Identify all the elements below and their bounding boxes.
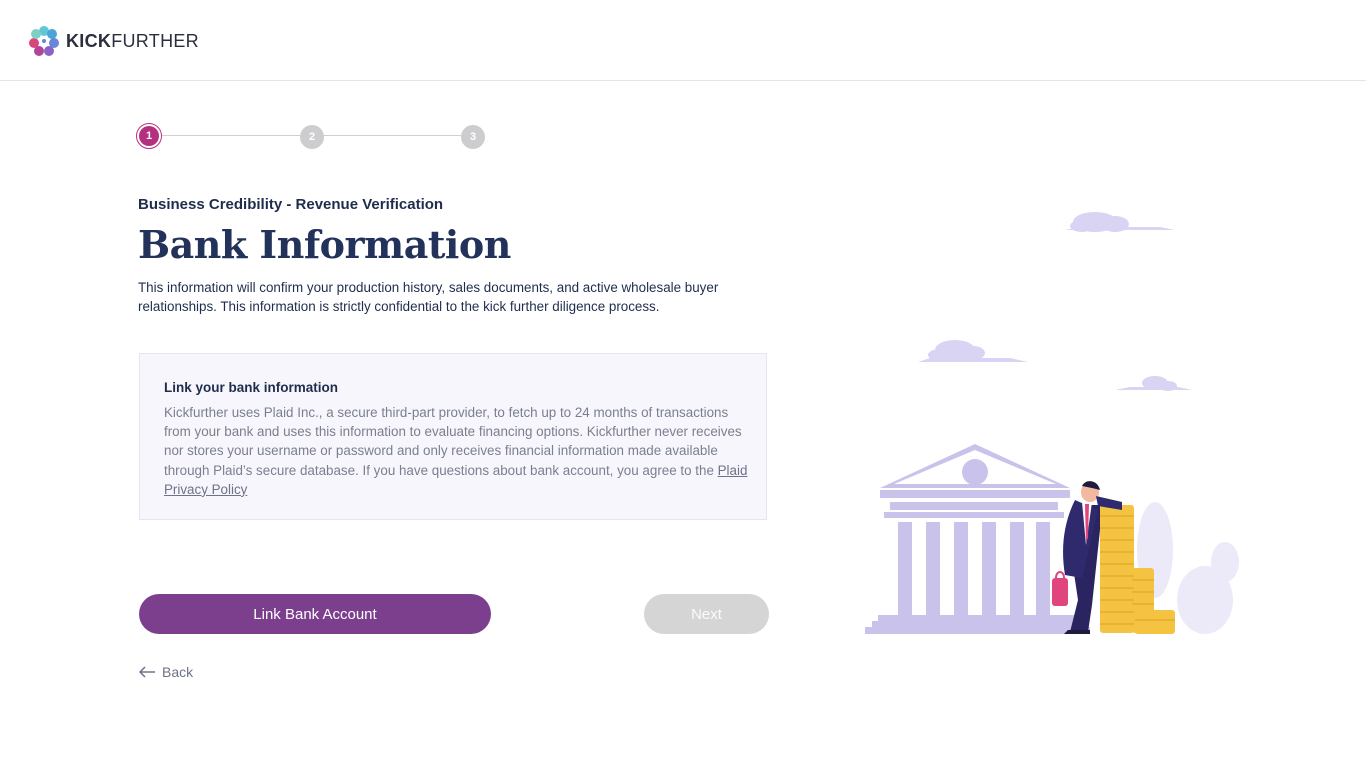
bank-info-panel: Link your bank information Kickfurther u…	[139, 353, 767, 520]
arrow-left-icon	[138, 666, 155, 678]
step-2: 2	[300, 125, 324, 149]
page-intro: This information will confirm your produ…	[138, 280, 719, 314]
back-link[interactable]: Back	[138, 664, 193, 680]
back-label: Back	[162, 664, 194, 680]
cloud-icon	[1115, 376, 1192, 391]
brand-name: KICKFURTHER	[66, 30, 199, 51]
cloud-icon	[918, 340, 1028, 362]
page-subtitle: Business Credibility - Revenue Verificat…	[138, 196, 444, 213]
next-button[interactable]: Next	[644, 594, 769, 634]
link-bank-account-button[interactable]: Link Bank Account	[139, 594, 491, 634]
top-header: KICKFURTHER	[0, 0, 1366, 81]
bank-info-body: Kickfurther uses Plaid Inc., a secure th…	[164, 405, 748, 497]
step-1: 1	[136, 123, 162, 149]
bank-info-title: Link your bank information	[164, 380, 339, 395]
step-3: 3	[461, 125, 485, 149]
brand-logo[interactable]: KICKFURTHER	[28, 24, 199, 58]
page-title: Bank Information	[138, 222, 511, 267]
progress-stepper: 1 2 3	[136, 123, 486, 149]
stepper-connector	[162, 135, 300, 136]
bank-building-businessman-illustration	[865, 212, 1239, 634]
stepper-connector	[324, 135, 461, 136]
kickfurther-logo-icon	[29, 26, 59, 56]
cloud-icon	[1065, 212, 1175, 232]
